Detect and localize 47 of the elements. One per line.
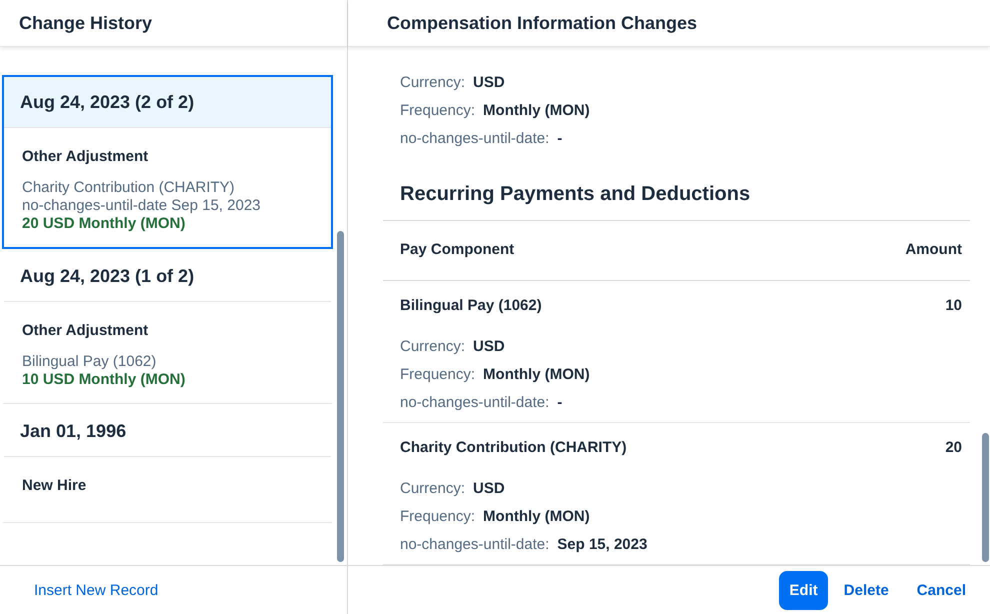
field-label: no-changes-until-date: bbox=[400, 129, 550, 148]
history-record[interactable]: Aug 24, 2023 (1 of 2) Other Adjustment Bilingual Pay (1062) 10 USD Monthly (MON) bbox=[2, 249, 333, 404]
scrollbar-thumb[interactable] bbox=[337, 231, 344, 562]
field-value: USD bbox=[473, 73, 505, 92]
edit-button[interactable]: Edit bbox=[779, 570, 828, 610]
amount-value: 10 bbox=[945, 297, 962, 314]
panel-title: Compensation Information Changes bbox=[387, 12, 698, 34]
field-label: Currency: bbox=[400, 337, 466, 356]
field-value: Monthly (MON) bbox=[483, 507, 590, 526]
field-value: Monthly (MON) bbox=[483, 101, 590, 120]
record-detail: Bilingual Pay (1062) bbox=[22, 353, 158, 371]
record-detail: no-changes-until-date Sep 15, 2023 bbox=[22, 197, 262, 215]
action-button[interactable]: Delete bbox=[832, 570, 901, 610]
pay-component: Charity Contribution (CHARITY) bbox=[400, 439, 627, 456]
field-value: - bbox=[557, 393, 562, 412]
field-value: Monthly (MON) bbox=[483, 365, 590, 384]
field-label: Currency: bbox=[400, 73, 466, 92]
event-type: Other Adjustment bbox=[22, 148, 150, 165]
insert-record-link[interactable]: Insert New Record bbox=[22, 572, 170, 608]
event-type: New Hire bbox=[22, 477, 88, 494]
pay-component: Bilingual Pay (1062) bbox=[400, 297, 542, 314]
history-record[interactable]: Aug 24, 2023 (2 of 2) Other Adjustment Charity Contribution (CHARITY) no-changes-until-date Sep 15, 2023 20 USD Monthly (MON) bbox=[2, 75, 333, 249]
field-label: Frequency: bbox=[400, 507, 476, 526]
field-value: - bbox=[557, 129, 562, 148]
amount-text: 10 USD Monthly (MON) bbox=[22, 371, 186, 389]
action-button[interactable]: Cancel bbox=[904, 570, 978, 610]
section-title: Recurring Payments and Deductions bbox=[400, 183, 752, 207]
record-date: Aug 24, 2023 (1 of 2) bbox=[20, 266, 194, 286]
field-value: USD bbox=[473, 337, 505, 356]
field-label: Frequency: bbox=[400, 365, 476, 384]
field-label: no-changes-until-date: bbox=[400, 535, 550, 554]
field-label: Frequency: bbox=[400, 101, 476, 120]
panel-title: Change History bbox=[19, 12, 152, 34]
column-header: Pay Component bbox=[400, 241, 514, 258]
record-detail: Charity Contribution (CHARITY) bbox=[22, 179, 236, 197]
field-label: Currency: bbox=[400, 479, 466, 498]
scrollbar-thumb[interactable] bbox=[982, 433, 989, 562]
field-value: Sep 15, 2023 bbox=[557, 535, 648, 554]
amount-text: 20 USD Monthly (MON) bbox=[22, 215, 186, 233]
field-value: USD bbox=[473, 479, 505, 498]
event-type: Other Adjustment bbox=[22, 322, 150, 339]
amount-value: 20 bbox=[945, 439, 962, 456]
column-header: Amount bbox=[905, 241, 962, 258]
field-label: no-changes-until-date: bbox=[400, 393, 550, 412]
record-date: Jan 01, 1996 bbox=[20, 420, 126, 442]
record-date: Aug 24, 2023 (2 of 2) bbox=[20, 92, 194, 112]
history-record[interactable]: Jan 01, 1996 New Hire bbox=[2, 404, 333, 523]
